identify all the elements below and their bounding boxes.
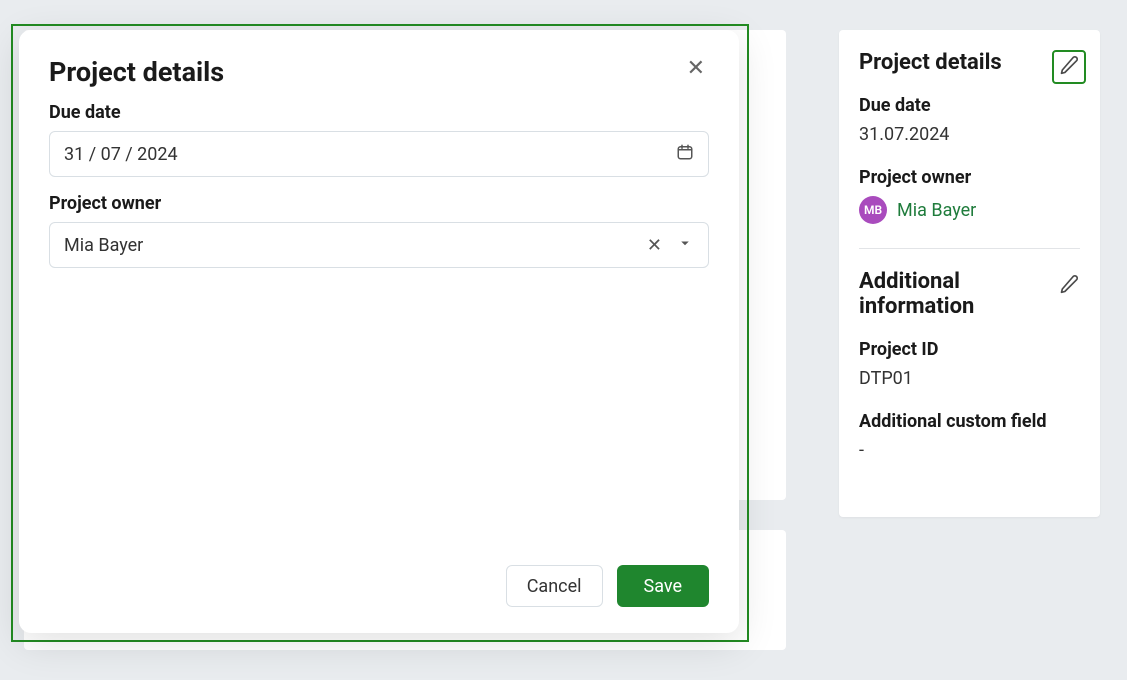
avatar: MB [859,196,887,224]
project-details-modal: Project details ✕ Due date 31 / 07 / 202… [19,30,739,633]
cancel-button[interactable]: Cancel [506,565,603,607]
project-id-label: Project ID [859,339,1080,360]
pencil-icon [1059,274,1079,298]
edit-details-button[interactable] [1052,50,1086,84]
form-group-due-date: Due date 31 / 07 / 2024 [49,102,709,177]
project-id-value: DTP01 [859,368,1080,389]
owner-select[interactable]: Mia Bayer ✕ [49,222,709,268]
due-date-label: Due date [859,95,1080,116]
custom-field-value: - [859,440,1080,461]
sidebar-section-details: Project details Due date 31.07.2024 Proj… [859,50,1080,248]
project-owner-label: Project owner [859,167,1080,188]
form-group-owner: Project owner Mia Bayer ✕ [49,193,709,268]
sidebar-heading-additional: Additional information [859,269,1080,319]
sidebar-section-additional: Additional information Project ID DTP01 … [859,248,1080,497]
owner-dropdown-toggle[interactable] [676,234,694,257]
edit-additional-button[interactable] [1052,269,1086,303]
modal-header: Project details ✕ [49,56,709,102]
project-owner-row: MB Mia Bayer [859,196,1080,224]
project-owner-link[interactable]: Mia Bayer [897,200,976,221]
close-icon: ✕ [687,56,705,81]
clear-owner-button[interactable]: ✕ [647,235,662,256]
sidebar-heading-details: Project details [859,50,1080,75]
due-date-field-label: Due date [49,102,709,123]
due-date-input[interactable]: 31 / 07 / 2024 [49,131,709,177]
close-icon: ✕ [647,235,662,256]
owner-select-value: Mia Bayer [64,235,143,256]
save-button[interactable]: Save [617,565,710,607]
modal-footer: Cancel Save [49,565,709,607]
calendar-icon[interactable] [676,143,694,166]
sidebar-panel: Project details Due date 31.07.2024 Proj… [839,30,1100,517]
pencil-icon [1059,55,1079,79]
owner-field-label: Project owner [49,193,709,214]
custom-field-label: Additional custom field [859,411,1080,432]
due-date-input-value: 31 / 07 / 2024 [64,144,178,165]
chevron-down-icon [676,236,694,257]
close-button[interactable]: ✕ [683,56,709,82]
modal-title: Project details [49,56,224,88]
due-date-value: 31.07.2024 [859,124,1080,145]
